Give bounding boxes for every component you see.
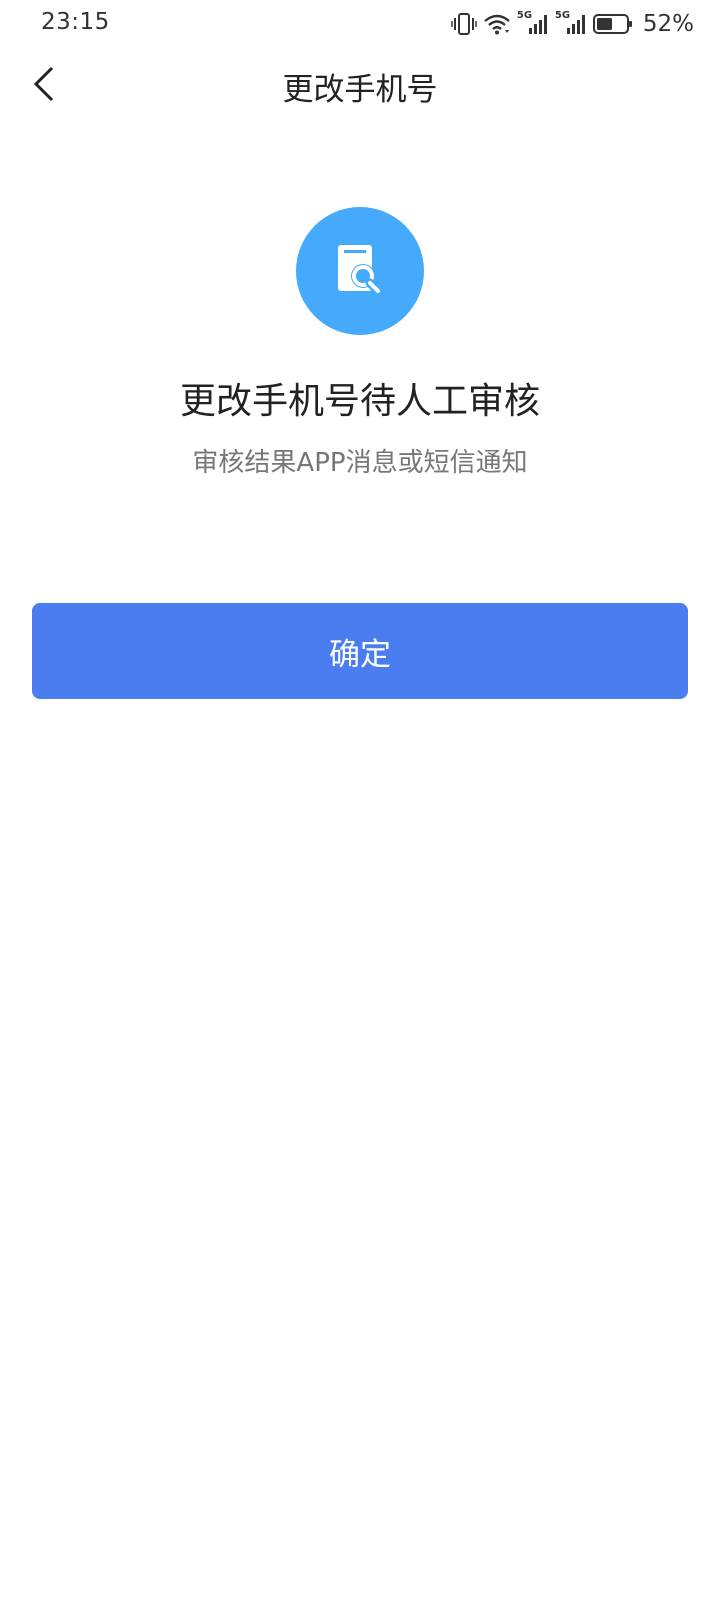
- confirm-button[interactable]: 确定: [32, 603, 688, 699]
- result-subtitle: 审核结果APP消息或短信通知: [192, 448, 528, 478]
- document-search-icon: [338, 245, 383, 296]
- signal-5g-icon: 5G: [517, 10, 549, 36]
- review-status-icon-circle: [296, 207, 424, 335]
- status-time: 23:15: [41, 9, 110, 35]
- battery-icon: [592, 14, 632, 34]
- status-bar: 23:15 5G 5G 52%: [0, 0, 720, 48]
- header: 更改手机号: [0, 48, 720, 120]
- wifi-icon: [484, 14, 510, 35]
- battery-percent: 52%: [642, 11, 694, 37]
- signal-5g-icon: 5G: [555, 10, 587, 36]
- result-title: 更改手机号待人工审核: [179, 381, 540, 422]
- vibrate-icon: [451, 13, 477, 35]
- page-title: 更改手机号: [282, 72, 438, 108]
- status-icons: 5G 5G 52%: [451, 8, 694, 40]
